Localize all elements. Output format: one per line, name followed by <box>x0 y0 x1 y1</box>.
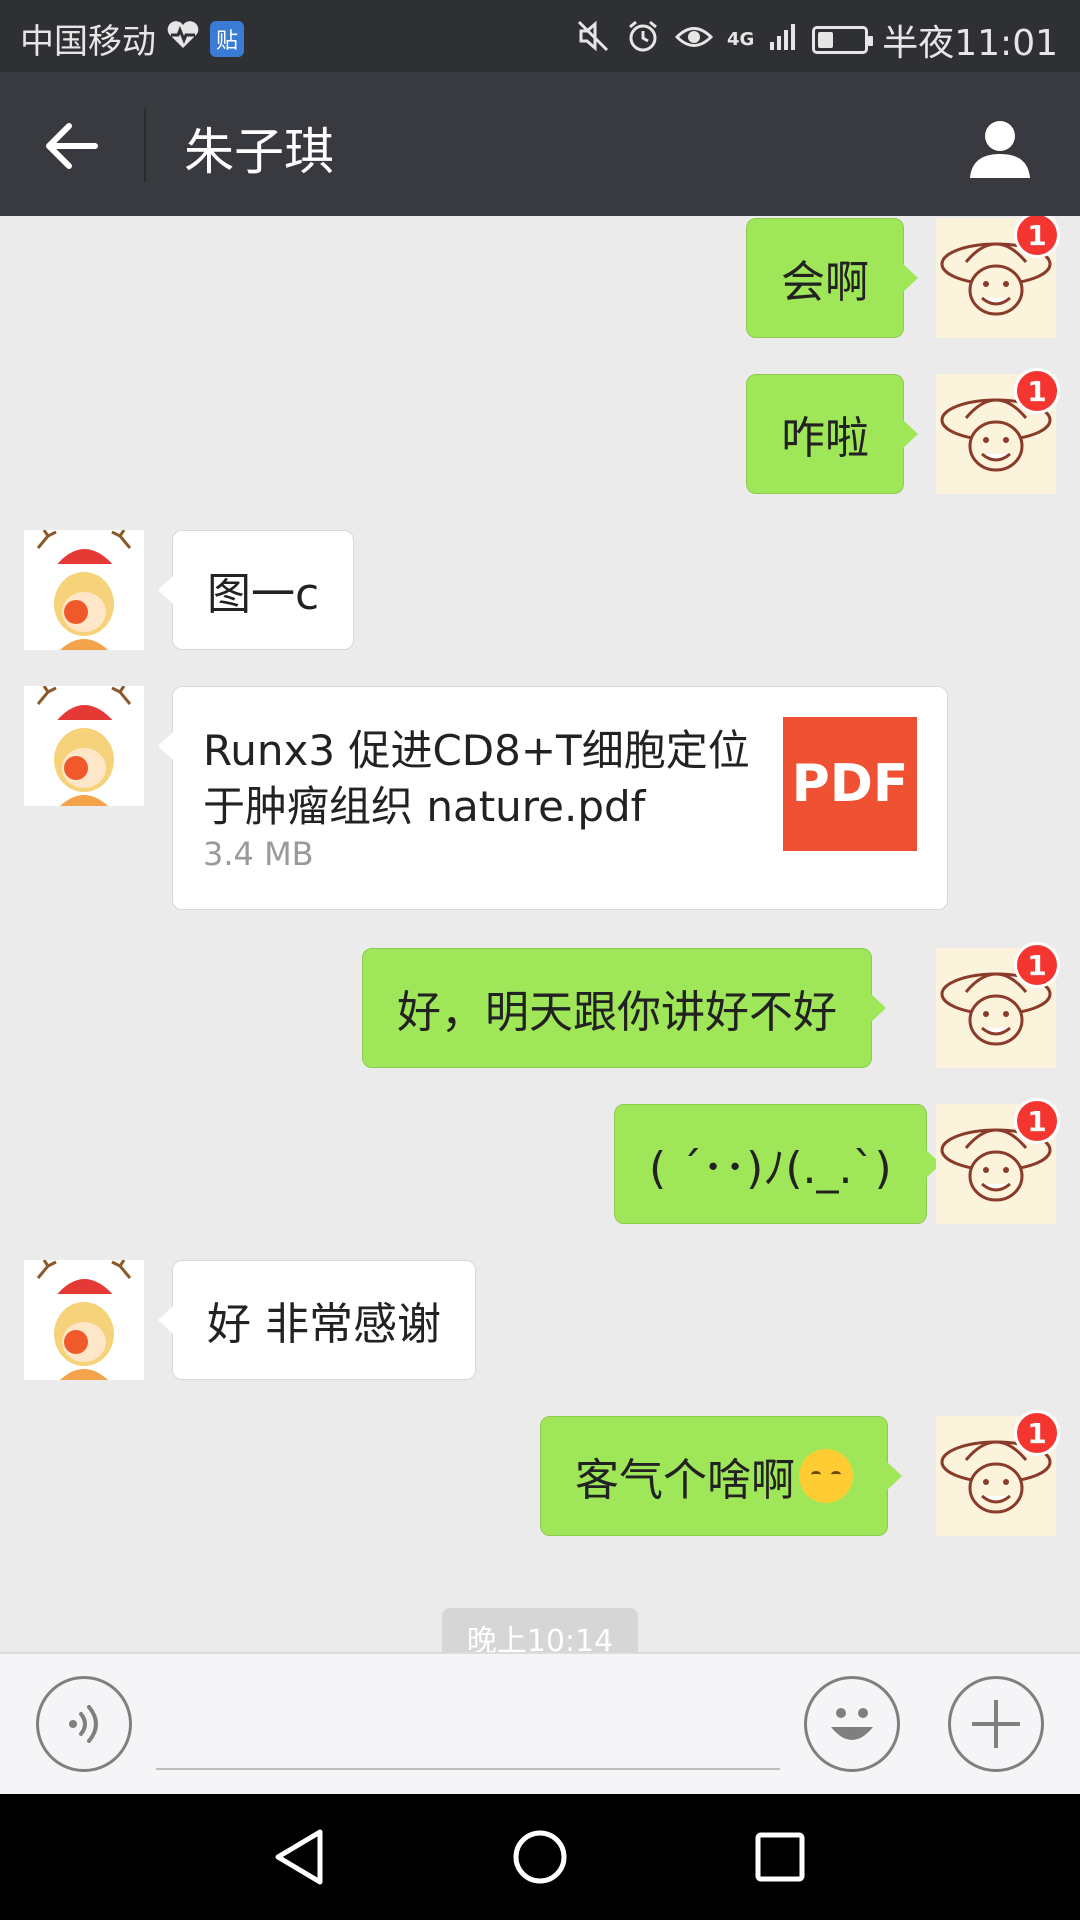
file-size: 3.4 MB <box>203 835 314 873</box>
message-bubble[interactable]: 客气个啥啊 <box>540 1416 902 1536</box>
message-text: 好，明天跟你讲好不好 <box>397 987 837 1038</box>
header-divider <box>144 108 146 182</box>
message-bubble[interactable]: ( ´･･)ﾉ(._.`) <box>614 1104 941 1224</box>
eye-icon <box>674 20 714 61</box>
battery-icon <box>812 26 874 54</box>
message-bubble[interactable]: 图一c <box>157 530 355 650</box>
my-avatar[interactable]: 1 <box>936 1098 1060 1224</box>
file-message-card[interactable]: Runx3 促进CD8+T细胞定位于肿瘤组织 nature.pdf 3.4 MB… <box>158 686 948 910</box>
message-text: 会啊 <box>781 257 869 308</box>
home-circle-icon <box>513 1830 567 1884</box>
alarm-icon <box>625 18 661 63</box>
tieba-app-icon: 贴 <box>210 20 244 57</box>
santa-hat-avatar-icon <box>36 529 132 650</box>
message-text: 图一c <box>207 569 320 620</box>
smiling-face-icon <box>799 1449 853 1503</box>
emoji-button[interactable] <box>804 1676 900 1772</box>
back-arrow-icon <box>46 123 98 169</box>
pdf-file-icon: PDF <box>783 717 917 851</box>
status-right: 4G 半夜11:01 <box>575 14 1058 66</box>
plus-icon <box>972 1700 1020 1748</box>
voice-icon <box>69 1705 98 1743</box>
status-bar: 中国移动 贴 4G 半夜11:01 <box>0 0 1080 72</box>
recents-square-icon <box>755 1832 805 1882</box>
system-nav-bar <box>0 1794 1080 1920</box>
santa-hat-avatar-icon <box>36 1259 132 1380</box>
input-bar <box>0 1652 1080 1794</box>
message-input[interactable] <box>156 1690 780 1770</box>
nav-recents-button[interactable] <box>745 1822 815 1892</box>
santa-hat-avatar-icon <box>36 685 132 806</box>
my-avatar[interactable]: 1 <box>936 1410 1060 1536</box>
my-avatar[interactable]: 1 <box>936 216 1060 338</box>
contact-avatar[interactable] <box>24 1259 144 1380</box>
message-text: 咋啦 <box>781 413 869 464</box>
more-button[interactable] <box>948 1676 1044 1772</box>
message-text: 客气个啥啊 <box>575 1455 795 1506</box>
message-bubble[interactable]: 会啊 <box>746 218 918 338</box>
person-icon <box>970 121 1030 178</box>
my-avatar[interactable]: 1 <box>936 942 1060 1068</box>
signal-icon <box>768 20 798 61</box>
nav-back-button[interactable] <box>264 1822 334 1892</box>
nav-home-button[interactable] <box>505 1822 575 1892</box>
heart-monitor-icon <box>166 19 200 59</box>
status-left: 中国移动 贴 <box>20 14 244 63</box>
unread-badge: 1 <box>1014 1410 1060 1456</box>
message-text: 好 非常感谢 <box>207 1299 441 1350</box>
chat-header: 朱子琪 <box>0 72 1080 216</box>
unread-badge: 1 <box>1014 1098 1060 1144</box>
time-divider: 晚上10:14 <box>442 1608 638 1652</box>
message-bubble[interactable]: 好 非常感谢 <box>158 1260 476 1380</box>
carrier-name: 中国移动 <box>20 22 156 62</box>
message-text: ( ´･･)ﾉ(._.`) <box>649 1143 892 1194</box>
message-bubble[interactable]: 咋啦 <box>746 374 918 494</box>
message-list[interactable]: 会啊 1 咋啦 1 图一c Runx3 促进CD8+T细胞定位于肿瘤组织 nat… <box>0 216 1080 1652</box>
unread-badge: 1 <box>1014 942 1060 988</box>
message-bubble[interactable]: 好，明天跟你讲好不好 <box>362 948 886 1068</box>
chat-title: 朱子琪 <box>184 123 334 181</box>
contact-avatar[interactable] <box>24 685 144 806</box>
network-type: 4G <box>726 29 755 50</box>
battery-fill <box>818 32 834 48</box>
file-name: Runx3 促进CD8+T细胞定位于肿瘤组织 nature.pdf <box>203 726 750 831</box>
clock: 半夜11:01 <box>882 23 1058 64</box>
contact-avatar[interactable] <box>24 529 144 650</box>
emoji-face-icon <box>831 1708 873 1740</box>
voice-button[interactable] <box>36 1676 132 1772</box>
back-button[interactable] <box>30 106 114 186</box>
my-avatar[interactable]: 1 <box>936 368 1060 494</box>
back-triangle-icon <box>275 1829 323 1885</box>
unread-badge: 1 <box>1014 368 1060 414</box>
mute-icon <box>575 18 611 63</box>
chat-info-button[interactable] <box>960 108 1040 188</box>
